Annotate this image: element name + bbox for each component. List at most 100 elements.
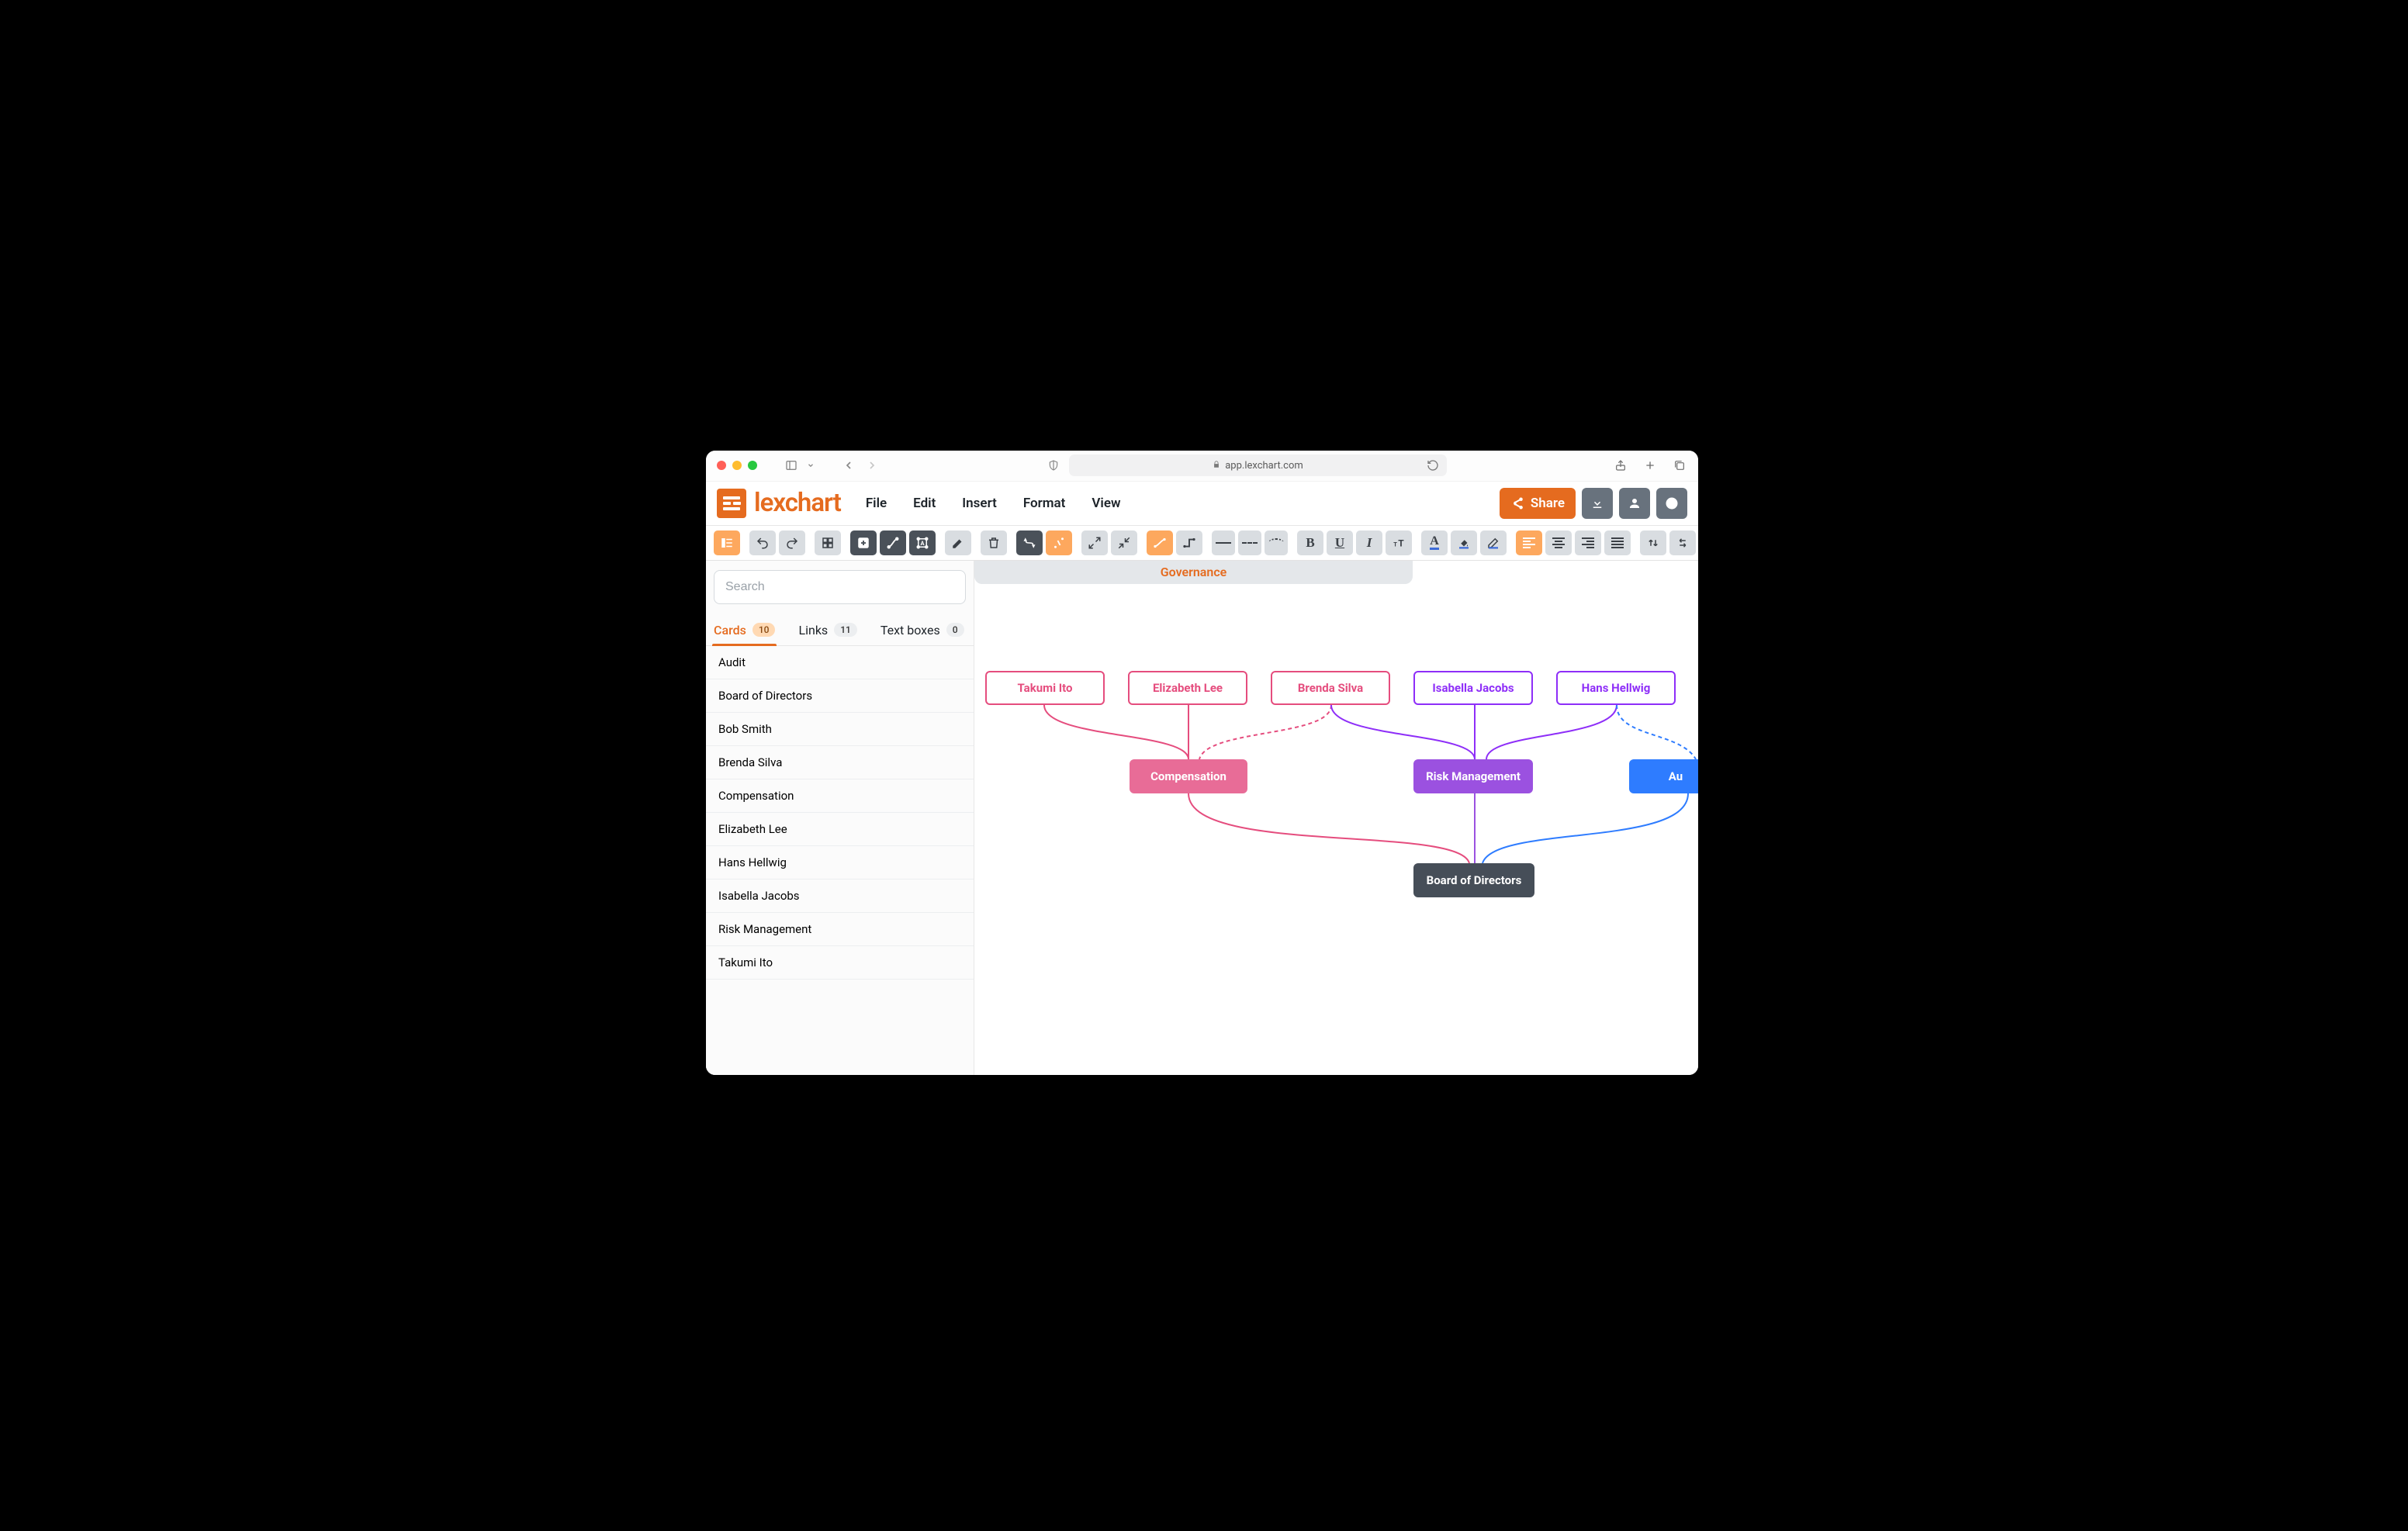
align-center-button[interactable]: [1545, 530, 1572, 555]
browser-window: app.lexchart.com: [706, 451, 1698, 1075]
canvas-tab[interactable]: Governance: [974, 561, 1413, 584]
refresh-icon[interactable]: [1425, 458, 1441, 473]
italic-button[interactable]: I: [1356, 530, 1382, 555]
bold-button[interactable]: B: [1297, 530, 1323, 555]
tab-cards-count: 10: [752, 623, 776, 637]
node-isabella[interactable]: Isabella Jacobs: [1413, 671, 1533, 705]
edit-button[interactable]: [945, 530, 971, 555]
sidebar-toggle-icon[interactable]: [784, 458, 799, 473]
text-color-button[interactable]: A: [1421, 530, 1448, 555]
minimize-window-icon[interactable]: [732, 461, 742, 470]
chevron-down-icon[interactable]: [807, 458, 815, 473]
share-button-label: Share: [1531, 496, 1565, 511]
collapse-button[interactable]: [1111, 530, 1137, 555]
node-compensation[interactable]: Compensation: [1130, 759, 1247, 793]
link-elbow-button[interactable]: [1176, 530, 1202, 555]
text-size-button[interactable]: TT: [1386, 530, 1412, 555]
line-solid-button[interactable]: [1212, 530, 1235, 555]
list-item[interactable]: Hans Hellwig: [706, 846, 974, 880]
help-button[interactable]: [1656, 488, 1687, 519]
link-curve-button[interactable]: [1147, 530, 1173, 555]
app-header: lexchart File Edit Insert Format View Sh…: [706, 482, 1698, 525]
list-item[interactable]: Elizabeth Lee: [706, 813, 974, 846]
tab-links[interactable]: Links 11: [798, 623, 856, 645]
share-sheet-icon[interactable]: [1613, 458, 1628, 473]
add-textbox-button[interactable]: A: [909, 530, 936, 555]
grid-button[interactable]: [815, 530, 841, 555]
add-card-button[interactable]: [850, 530, 877, 555]
auto-layout1-button[interactable]: [1016, 530, 1043, 555]
align-left-button[interactable]: [1516, 530, 1542, 555]
list-item[interactable]: Board of Directors: [706, 679, 974, 713]
node-takumi[interactable]: Takumi Ito: [985, 671, 1105, 705]
new-tab-icon[interactable]: [1642, 458, 1658, 473]
node-brenda[interactable]: Brenda Silva: [1271, 671, 1390, 705]
node-elizabeth[interactable]: Elizabeth Lee: [1128, 671, 1247, 705]
tabs-overview-icon[interactable]: [1672, 458, 1687, 473]
close-window-icon[interactable]: [717, 461, 726, 470]
list-item[interactable]: Isabella Jacobs: [706, 880, 974, 913]
search-input-wrap[interactable]: [714, 570, 966, 604]
tab-links-count: 11: [834, 623, 857, 637]
lock-icon: [1213, 460, 1220, 472]
list-item[interactable]: Bob Smith: [706, 713, 974, 746]
tab-links-label: Links: [798, 623, 828, 638]
node-risk[interactable]: Risk Management: [1413, 759, 1533, 793]
svg-text:T: T: [1398, 537, 1404, 548]
shield-icon[interactable]: [1046, 458, 1061, 473]
menu-view[interactable]: View: [1092, 496, 1120, 511]
redo-button[interactable]: [779, 530, 805, 555]
app-logo[interactable]: lexchart: [717, 488, 841, 518]
menu-file[interactable]: File: [866, 496, 887, 511]
node-audit[interactable]: Au: [1629, 759, 1698, 793]
sidebar-tabs: Cards 10 Links 11 Text boxes 0: [706, 615, 974, 646]
node-board[interactable]: Board of Directors: [1413, 863, 1534, 897]
nav-back-icon[interactable]: [841, 458, 856, 473]
url-text: app.lexchart.com: [1225, 460, 1303, 472]
tab-textboxes-count: 0: [946, 623, 964, 637]
align-right-button[interactable]: [1575, 530, 1601, 555]
line-dotted-button[interactable]: [1265, 530, 1288, 555]
node-hans[interactable]: Hans Hellwig: [1556, 671, 1676, 705]
tab-cards[interactable]: Cards 10: [714, 623, 775, 645]
logo-mark-icon: [717, 489, 746, 518]
delete-button[interactable]: [981, 530, 1007, 555]
menu-edit[interactable]: Edit: [913, 496, 936, 511]
align-justify-button[interactable]: [1604, 530, 1631, 555]
card-list: Audit Board of Directors Bob Smith Brend…: [706, 646, 974, 980]
direction-horizontal-button[interactable]: [1669, 530, 1696, 555]
border-color-button[interactable]: [1480, 530, 1507, 555]
toggle-sidebar-button[interactable]: [714, 530, 740, 555]
links-layer: [974, 561, 1698, 1075]
app: lexchart File Edit Insert Format View Sh…: [706, 482, 1698, 1075]
maximize-window-icon[interactable]: [748, 461, 757, 470]
logo-text: lexchart: [754, 488, 841, 518]
download-button[interactable]: [1582, 488, 1613, 519]
account-button[interactable]: [1619, 488, 1650, 519]
tab-textboxes[interactable]: Text boxes 0: [881, 623, 964, 645]
list-item[interactable]: Takumi Ito: [706, 946, 974, 980]
add-link-button[interactable]: [880, 530, 906, 555]
url-bar[interactable]: app.lexchart.com: [1069, 454, 1446, 476]
browser-chrome: app.lexchart.com: [706, 451, 1698, 482]
underline-button[interactable]: U: [1327, 530, 1353, 555]
sidebar: Cards 10 Links 11 Text boxes 0: [706, 561, 974, 1075]
expand-button[interactable]: [1081, 530, 1108, 555]
list-item[interactable]: Compensation: [706, 779, 974, 813]
undo-button[interactable]: [749, 530, 776, 555]
svg-text:A: A: [920, 540, 925, 547]
share-button[interactable]: Share: [1500, 488, 1576, 519]
list-item[interactable]: Brenda Silva: [706, 746, 974, 779]
list-item[interactable]: Risk Management: [706, 913, 974, 946]
search-input[interactable]: [724, 579, 956, 595]
canvas[interactable]: Governance: [974, 561, 1698, 1075]
line-dashed-button[interactable]: [1238, 530, 1261, 555]
menu-bar: File Edit Insert Format View: [866, 496, 1121, 511]
direction-vertical-button[interactable]: [1640, 530, 1666, 555]
menu-format[interactable]: Format: [1023, 496, 1066, 511]
auto-layout2-button[interactable]: [1046, 530, 1072, 555]
fill-color-button[interactable]: [1451, 530, 1477, 555]
list-item[interactable]: Audit: [706, 646, 974, 679]
menu-insert[interactable]: Insert: [962, 496, 997, 511]
nav-forward-icon[interactable]: [864, 458, 880, 473]
